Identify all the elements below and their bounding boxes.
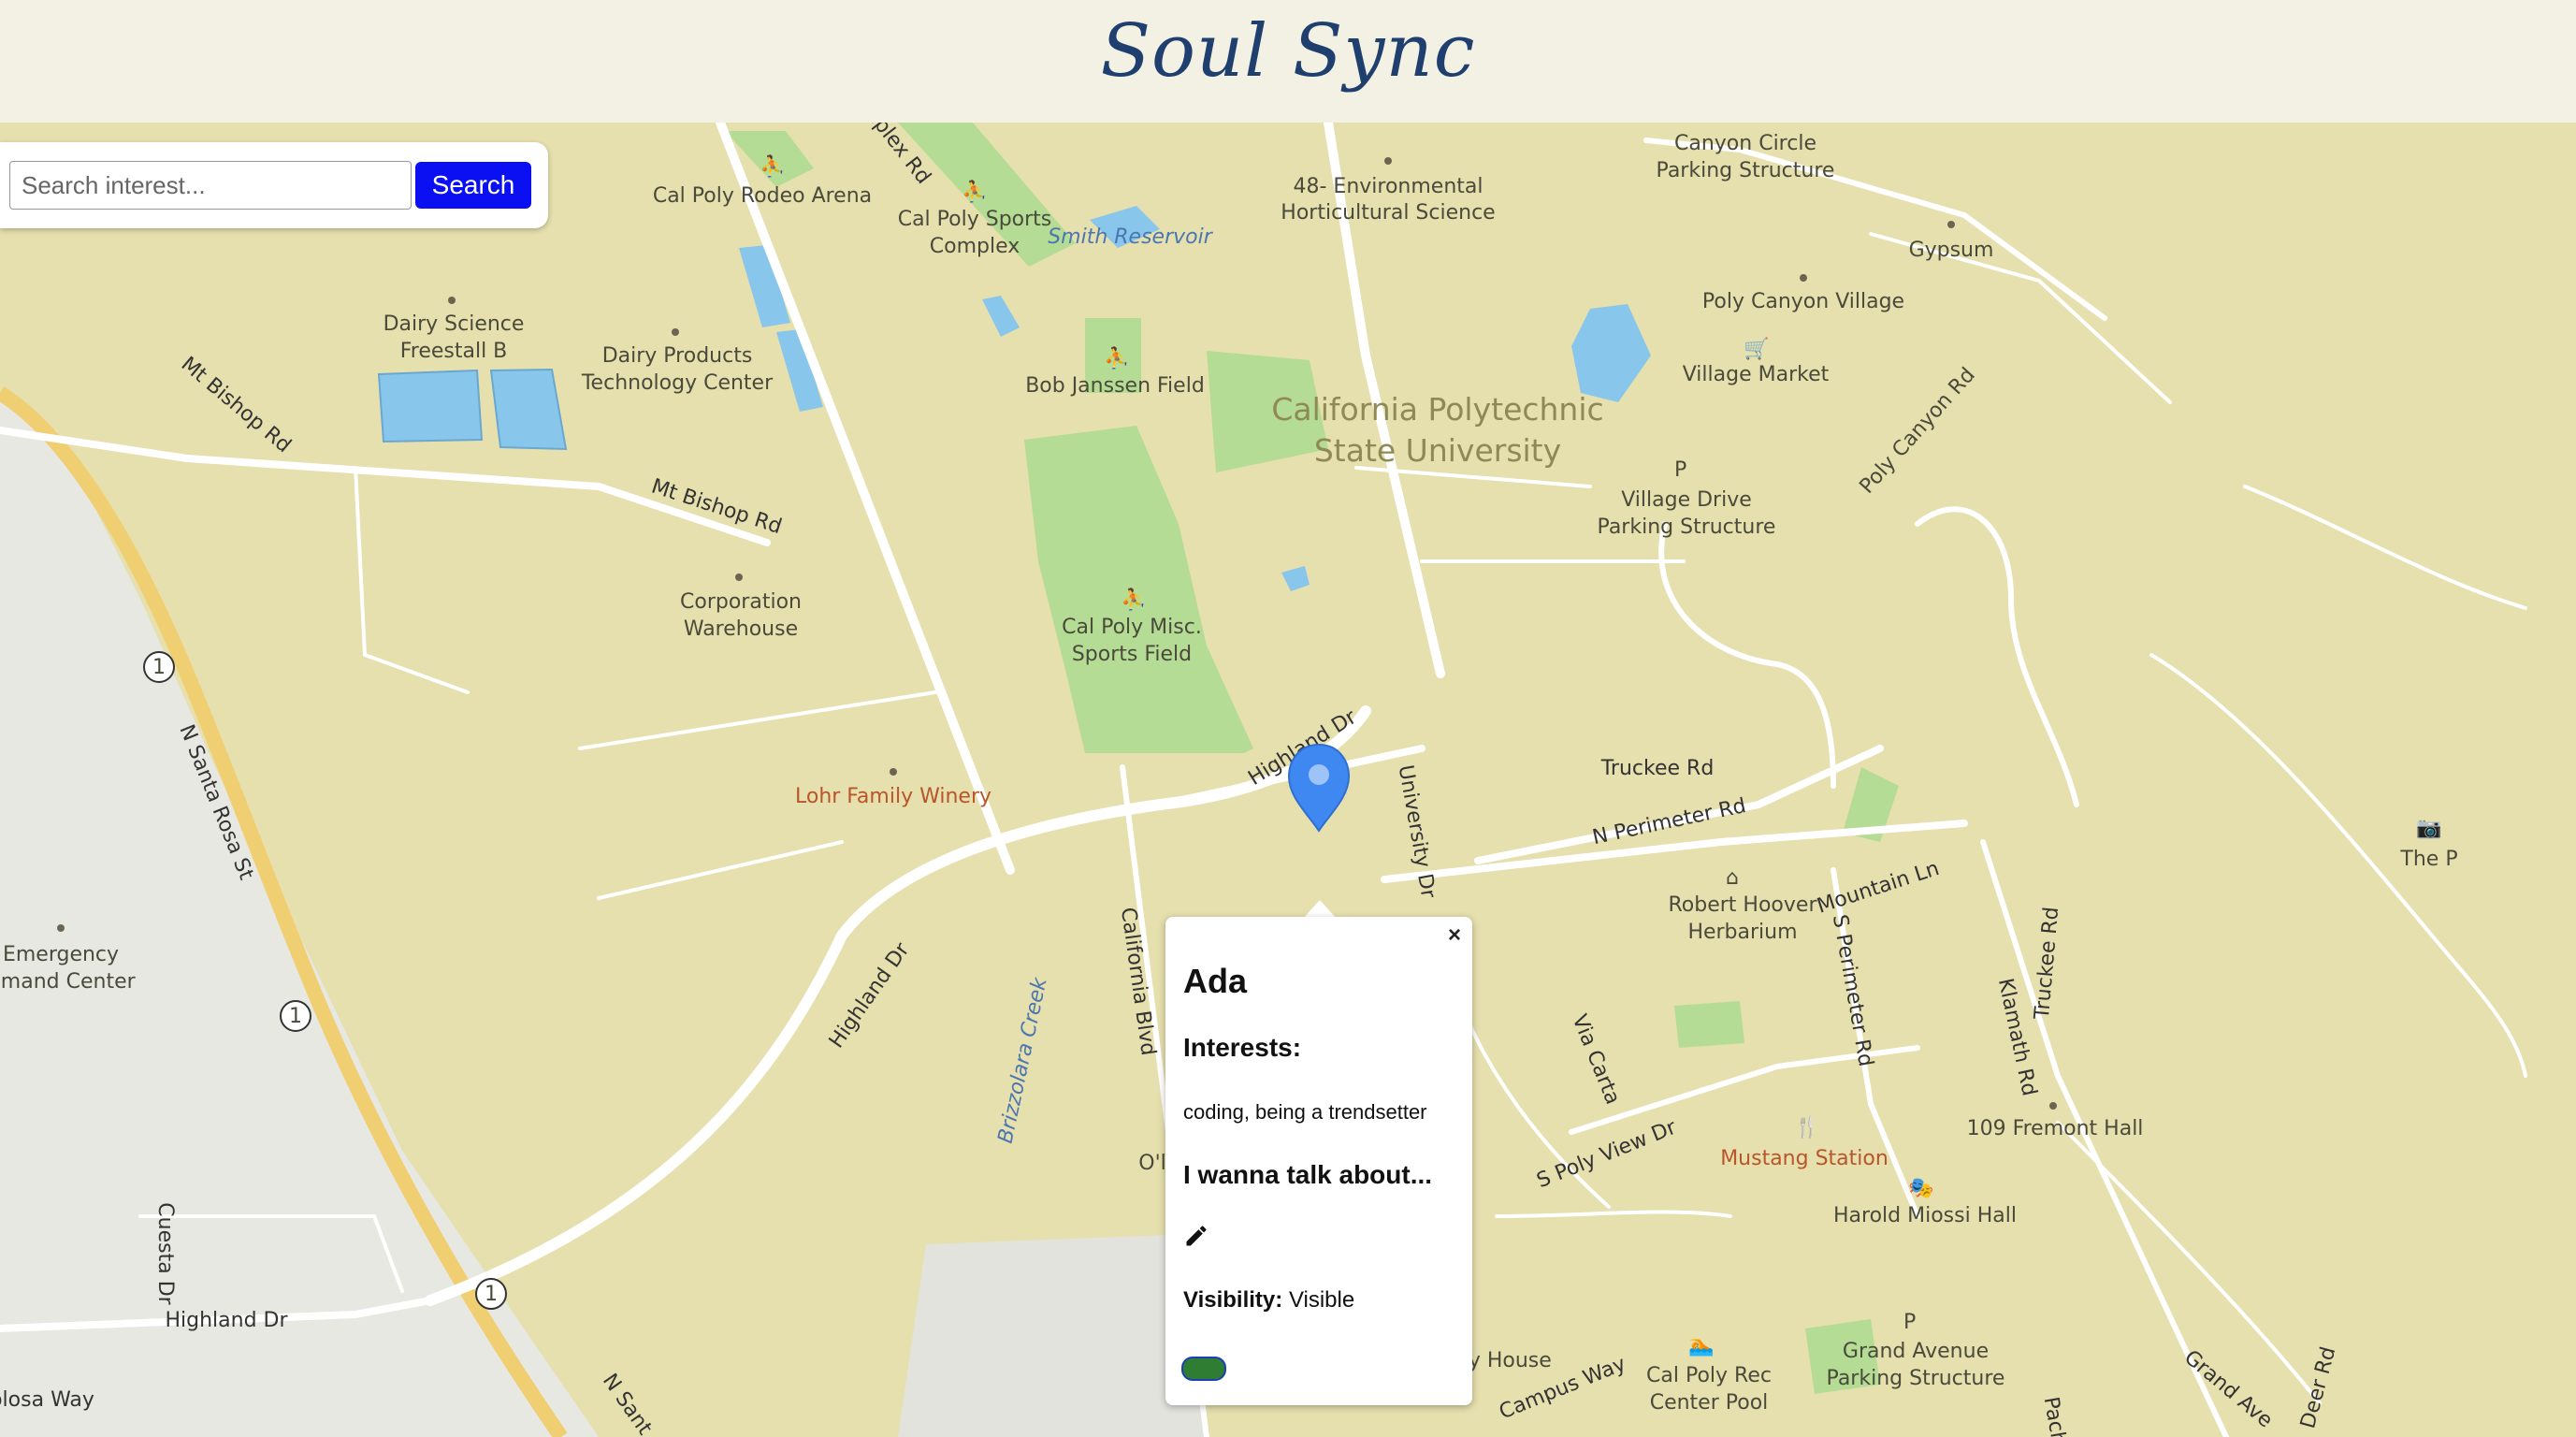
label-dairy-products: Dairy Products (602, 344, 753, 368)
label-olosa-way: olosa Way (0, 1388, 94, 1412)
label-cuesta-dr: Cuesta Dr (153, 1202, 177, 1305)
label-rec-center: Cal Poly Rec (1646, 1364, 1772, 1387)
label-village-drive: Parking Structure (1598, 515, 1776, 539)
pond (489, 368, 568, 451)
label-gypsum: Gypsum (1909, 239, 1994, 262)
app-header: Soul Sync (0, 0, 2576, 123)
svg-text:1: 1 (289, 1005, 302, 1028)
pencil-icon[interactable] (1183, 1223, 1209, 1249)
parking-icon: P (1674, 458, 1686, 482)
label-bob-janssen: Bob Janssen Field (1025, 374, 1205, 398)
label-grand-ave-parking: Parking Structure (1827, 1367, 2005, 1390)
label-robert-hoover: Robert Hoover (1669, 893, 1818, 917)
close-icon[interactable]: × (1448, 922, 1461, 949)
user-name: Ada (1183, 962, 1248, 1000)
parking-icon: P (1903, 1311, 1916, 1334)
label-the-p: The P (2399, 848, 2457, 871)
visibility-label: Visibility: (1183, 1287, 1283, 1313)
label-village-drive: Village Drive (1621, 488, 1752, 512)
user-popup: × Ada Interests: coding, being a trendse… (1165, 917, 1472, 1405)
label-university: California Polytechnic (1271, 391, 1603, 428)
label-sports-complex: Cal Poly Sports (898, 208, 1052, 231)
visibility-toggle[interactable] (1181, 1357, 1226, 1381)
label-emergency: mmand Center (0, 970, 137, 994)
visibility-line: Visibility: Visible (1183, 1287, 1354, 1314)
label-grand-ave-parking: Grand Avenue (1843, 1340, 1989, 1363)
label-misc-field: Cal Poly Misc. (1062, 616, 1202, 639)
label-robert-hoover: Herbarium (1687, 921, 1797, 944)
label-dairy-freestall: Freestall B (400, 340, 508, 363)
label-rodeo-arena: Cal Poly Rodeo Arena (653, 184, 872, 208)
label-partial: O'l (1138, 1152, 1165, 1175)
label-mustang-station: Mustang Station (1720, 1147, 1889, 1170)
label-canyon-circle: Canyon Circle (1674, 132, 1816, 155)
popup-pointer (1303, 900, 1337, 919)
label-dairy-freestall: Dairy Science (384, 312, 525, 336)
label-university: State University (1314, 432, 1561, 469)
highway-shield: 1 (280, 1000, 311, 1032)
label-lohr-winery: Lohr Family Winery (795, 785, 991, 808)
label-rec-center: Center Pool (1650, 1391, 1769, 1415)
label-sports-complex: Complex (930, 235, 1020, 258)
label-canyon-circle: Parking Structure (1657, 159, 1835, 182)
sports-icon: ⛹ (1121, 587, 1146, 612)
label-poly-canyon-village: Poly Canyon Village (1702, 290, 1904, 313)
label-smith-reservoir: Smith Reservoir (1048, 225, 1214, 249)
interests-heading: Interests: (1183, 1033, 1302, 1062)
restaurant-icon: 🍴 (1794, 1115, 1819, 1139)
sports-icon: ⛹ (760, 153, 785, 179)
label-village-market: Village Market (1683, 363, 1830, 386)
interests-value: coding, being a trendsetter (1183, 1100, 1427, 1124)
urban-area (898, 1235, 1207, 1437)
label-corp-warehouse: Warehouse (684, 617, 798, 641)
label-miossi-hall: Harold Miossi Hall (1833, 1204, 2017, 1227)
camera-icon: 📷 (2416, 817, 2441, 840)
theater-icon: 🎭 (1908, 1177, 1933, 1200)
highway-shield: 1 (143, 651, 175, 683)
svg-text:1: 1 (152, 656, 166, 679)
label-ty-house: ty House (1460, 1349, 1552, 1372)
search-input[interactable] (9, 161, 412, 210)
sports-icon: ⛹ (962, 179, 987, 204)
label-corp-warehouse: Corporation (680, 590, 802, 614)
talk-heading: I wanna talk about... (1183, 1160, 1433, 1189)
sports-icon: ⛹ (1104, 345, 1129, 370)
label-fremont-hall: 109 Fremont Hall (1967, 1117, 2144, 1140)
pond (377, 369, 484, 443)
label-truckee-rd: Truckee Rd (1600, 757, 1715, 780)
highway-shield: 1 (475, 1278, 507, 1310)
label-env-hort: 48- Environmental (1294, 175, 1483, 198)
museum-icon: ⌂ (1726, 866, 1739, 890)
search-button[interactable]: Search (415, 162, 531, 209)
search-panel: Search (0, 142, 548, 228)
label-env-hort: Horticultural Science (1281, 201, 1495, 225)
park (1674, 1001, 1744, 1048)
label-misc-field: Sports Field (1072, 643, 1192, 666)
swimming-icon: 🏊 (1688, 1334, 1714, 1357)
label-highland-dr: Highland Dr (165, 1309, 288, 1332)
svg-text:1: 1 (485, 1283, 498, 1306)
visibility-value: Visible (1288, 1287, 1355, 1313)
shopping-cart-icon: 🛒 (1744, 337, 1769, 361)
label-emergency: Emergency (3, 943, 119, 966)
label-dairy-products: Technology Center (581, 371, 774, 395)
app-title: Soul Sync (1100, 9, 1476, 94)
